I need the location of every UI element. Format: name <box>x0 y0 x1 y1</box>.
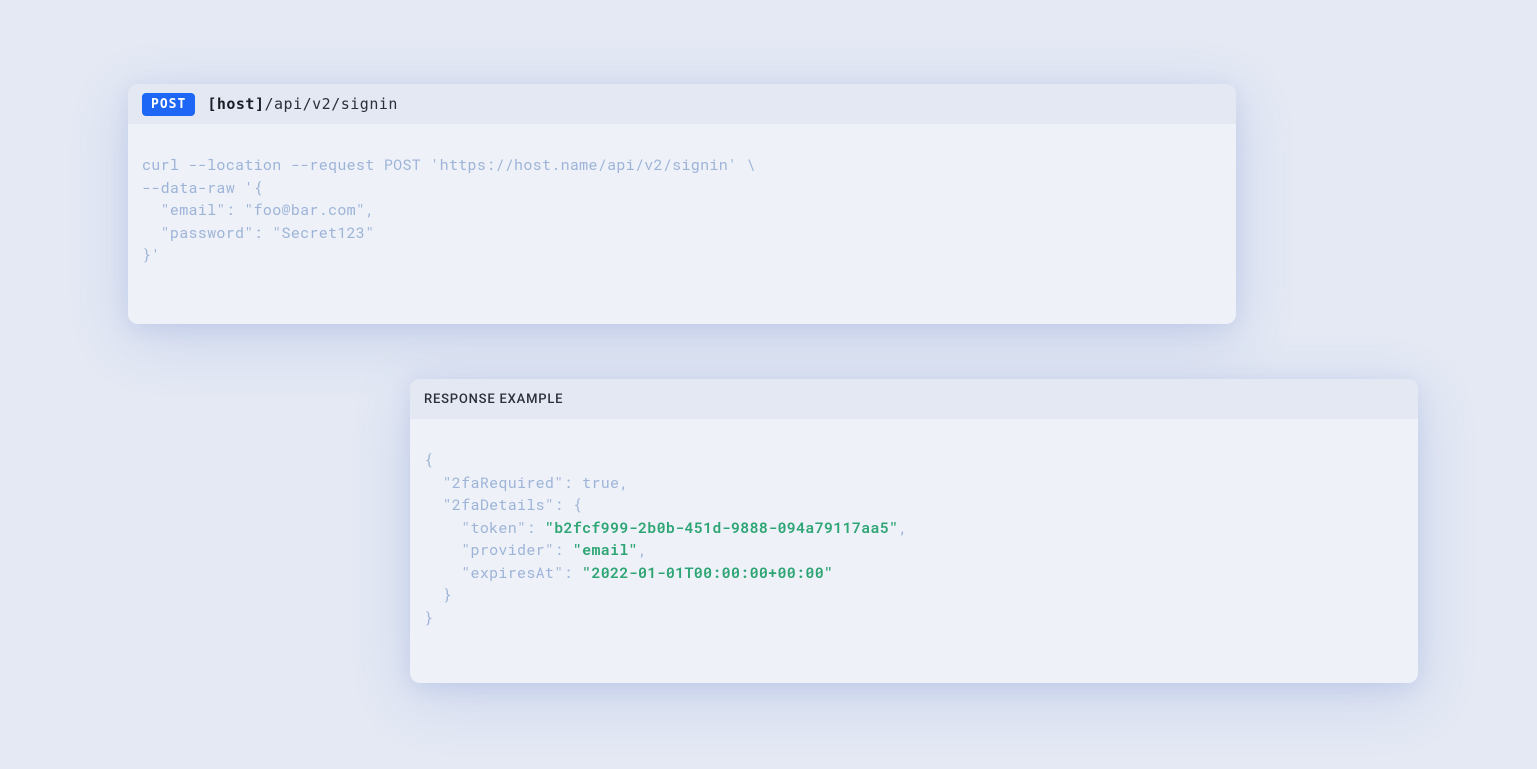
endpoint-host: [host] <box>207 95 264 113</box>
json-comma: , <box>638 540 647 560</box>
json-comma: , <box>619 473 628 493</box>
json-brace-close: } <box>424 608 433 628</box>
curl-line: --data-raw '{ <box>142 178 263 198</box>
http-method-badge: POST <box>142 93 195 116</box>
json-string: "2022-01-01T00:00:00+00:00" <box>582 563 833 583</box>
json-colon: : <box>564 563 583 583</box>
json-literal: true <box>582 473 619 493</box>
json-colon: : { <box>554 495 582 515</box>
endpoint-path: /api/v2/signin <box>265 95 398 113</box>
curl-line: "email": "foo@bar.com", <box>142 200 375 220</box>
curl-line: }' <box>142 245 161 265</box>
json-colon: : <box>564 473 583 493</box>
json-comma: , <box>898 518 907 538</box>
json-colon: : <box>526 518 545 538</box>
response-title: RESPONSE EXAMPLE <box>424 392 563 407</box>
request-header: POST [host]/api/v2/signin <box>128 84 1236 124</box>
json-string: "b2fcf999-2b0b-451d-9888-094a79117aa5" <box>545 518 898 538</box>
json-string: "email" <box>573 540 638 560</box>
json-key: "2faDetails" <box>443 495 555 515</box>
json-colon: : <box>554 540 573 560</box>
curl-line: "password": "Secret123" <box>142 223 375 243</box>
response-body-code: { "2faRequired": true, "2faDetails": { "… <box>410 419 1418 643</box>
json-key: "token" <box>461 518 526 538</box>
request-card: POST [host]/api/v2/signin curl --locatio… <box>128 84 1236 324</box>
curl-line: curl --location --request POST 'https://… <box>142 155 756 175</box>
json-key: "provider" <box>461 540 554 560</box>
json-brace-close: } <box>424 585 452 605</box>
endpoint-url: [host]/api/v2/signin <box>207 95 398 113</box>
response-header: RESPONSE EXAMPLE <box>410 379 1418 419</box>
json-key: "expiresAt" <box>461 563 563 583</box>
json-brace-open: { <box>424 450 433 470</box>
response-card: RESPONSE EXAMPLE { "2faRequired": true, … <box>410 379 1418 683</box>
request-body-code: curl --location --request POST 'https://… <box>128 124 1236 281</box>
json-key: "2faRequired" <box>443 473 564 493</box>
